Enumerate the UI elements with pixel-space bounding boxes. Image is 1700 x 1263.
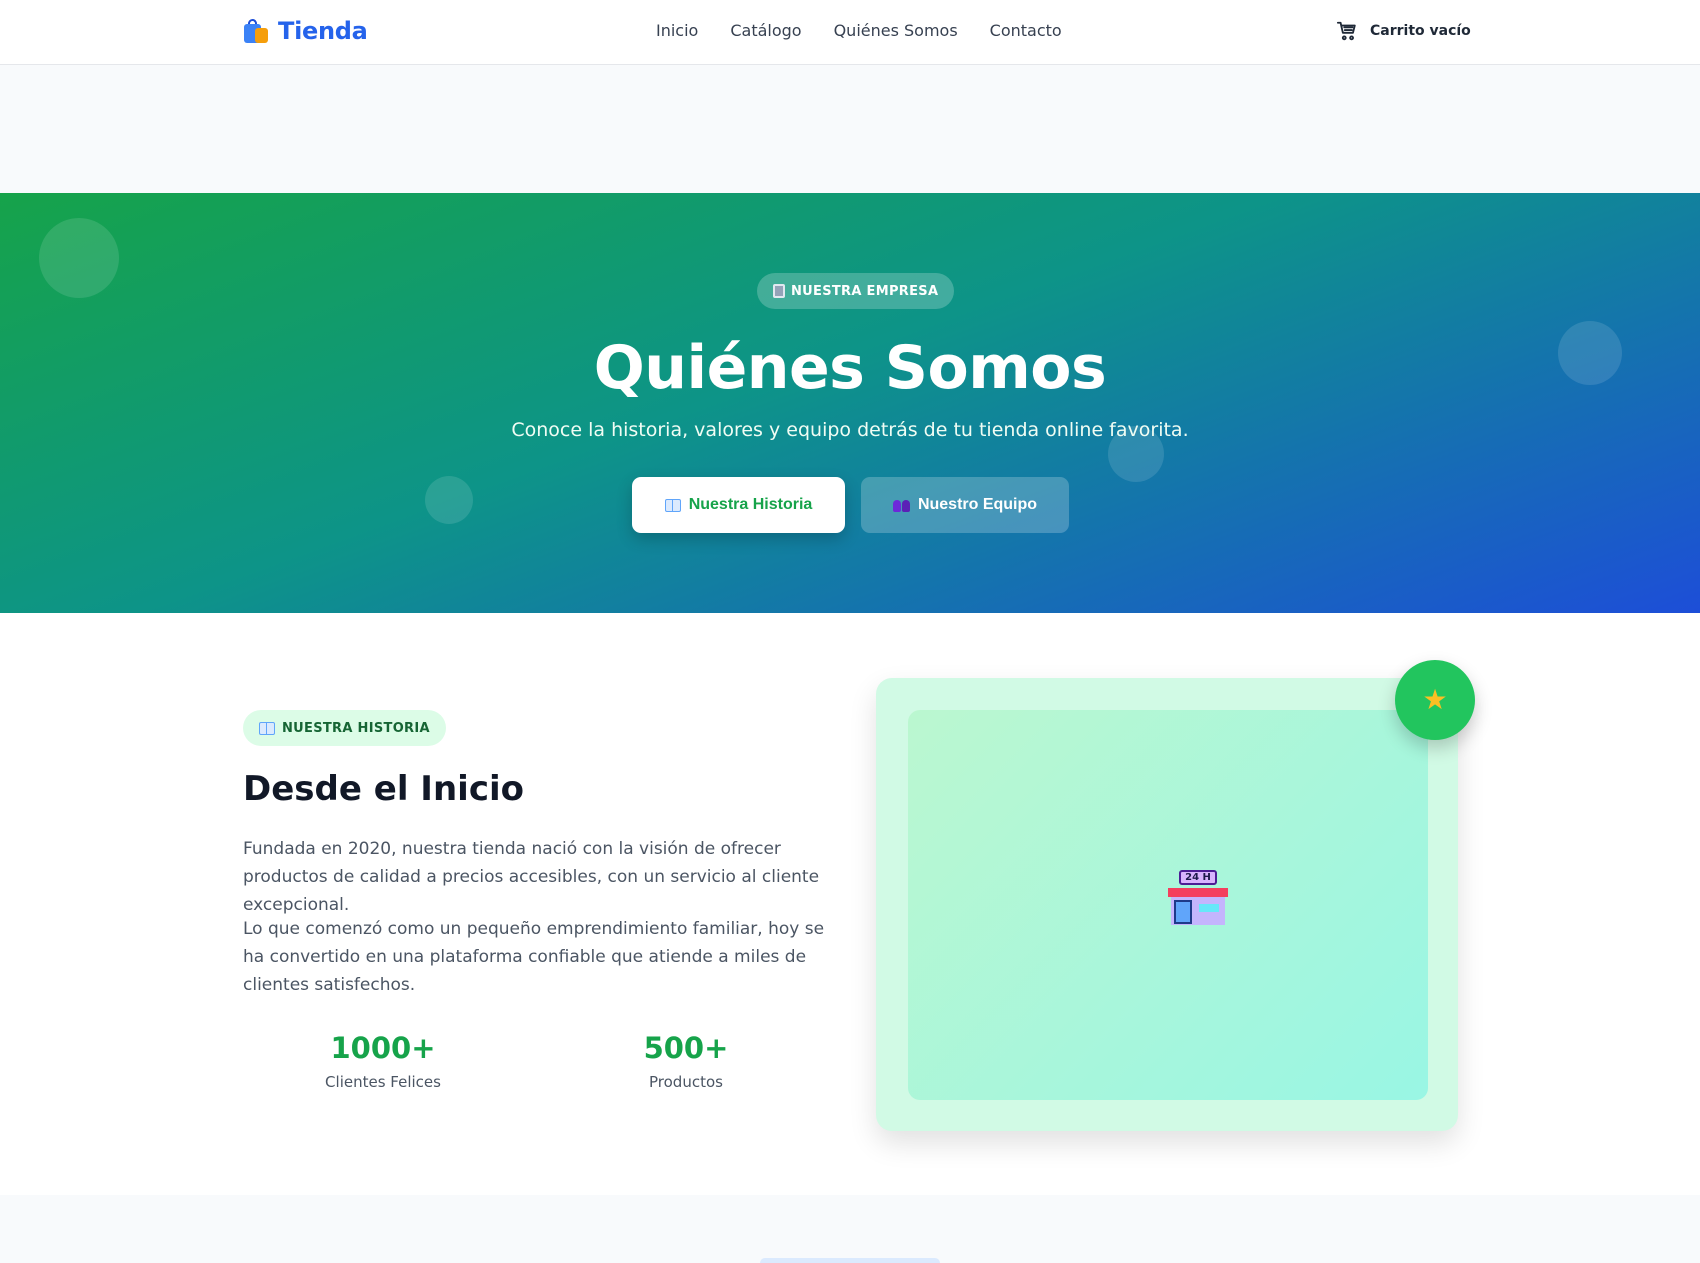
main-nav: Inicio Catálogo Quiénes Somos Contacto xyxy=(656,21,1062,40)
next-section-badge xyxy=(760,1258,940,1263)
history-section: NUESTRA HISTORIA Desde el Inicio Fundada… xyxy=(0,613,1700,1195)
decorative-circle xyxy=(425,476,473,524)
logo-text: Tienda xyxy=(278,17,368,45)
history-image-panel: 24 H xyxy=(908,710,1428,1100)
convenience-store-icon: 24 H xyxy=(1168,870,1228,926)
stat-label: Productos xyxy=(649,1073,723,1091)
shopping-bags-icon xyxy=(243,18,269,44)
hero-section: NUESTRA EMPRESA Quiénes Somos Conoce la … xyxy=(0,193,1700,613)
star-badge: ★ xyxy=(1395,660,1475,740)
our-history-button[interactable]: Nuestra Historia xyxy=(632,477,845,533)
cart-icon xyxy=(1336,21,1356,41)
people-icon xyxy=(892,499,910,512)
history-paragraph: Lo que comenzó como un pequeño emprendim… xyxy=(243,919,825,995)
cart-button[interactable]: Carrito vacío xyxy=(1336,20,1471,42)
hero-badge-label: NUESTRA EMPRESA xyxy=(791,283,939,299)
history-badge-label: NUESTRA HISTORIA xyxy=(282,720,430,736)
book-icon xyxy=(259,722,275,735)
logo-link[interactable]: Tienda xyxy=(243,17,368,45)
site-header: Tienda Inicio Catálogo Quiénes Somos Con… xyxy=(0,0,1700,65)
star-icon: ★ xyxy=(1422,683,1448,716)
book-icon xyxy=(664,499,681,512)
cart-label: Carrito vacío xyxy=(1370,23,1471,39)
nav-link-catalogo[interactable]: Catálogo xyxy=(730,21,801,40)
stat-value: 1000+ xyxy=(330,1031,436,1065)
office-building-icon xyxy=(773,284,785,298)
history-image-card: 24 H xyxy=(876,678,1458,1131)
our-team-button[interactable]: Nuestro Equipo xyxy=(861,477,1069,533)
store-sign: 24 H xyxy=(1179,870,1217,885)
hero-badge: NUESTRA EMPRESA xyxy=(757,273,955,309)
our-team-button-label: Nuestro Equipo xyxy=(917,496,1038,513)
next-section xyxy=(0,1195,1700,1263)
nav-link-quienes-somos[interactable]: Quiénes Somos xyxy=(834,21,958,40)
page-title: Quiénes Somos xyxy=(593,333,1107,403)
stat-value: 500+ xyxy=(643,1031,729,1065)
decorative-circle xyxy=(39,218,119,298)
stat-label: Clientes Felices xyxy=(325,1073,441,1091)
nav-link-contacto[interactable]: Contacto xyxy=(990,21,1062,40)
stat-products: 500+ Productos xyxy=(576,1031,796,1091)
nav-link-inicio[interactable]: Inicio xyxy=(656,21,698,40)
history-title: Desde el Inicio xyxy=(243,769,524,809)
stat-customers: 1000+ Clientes Felices xyxy=(273,1031,493,1091)
history-badge: NUESTRA HISTORIA xyxy=(243,710,446,746)
our-history-button-label: Nuestra Historia xyxy=(688,496,813,513)
hero-subtitle: Conoce la historia, valores y equipo det… xyxy=(511,419,1189,441)
history-paragraph: Fundada en 2020, nuestra tienda nació co… xyxy=(243,839,820,915)
